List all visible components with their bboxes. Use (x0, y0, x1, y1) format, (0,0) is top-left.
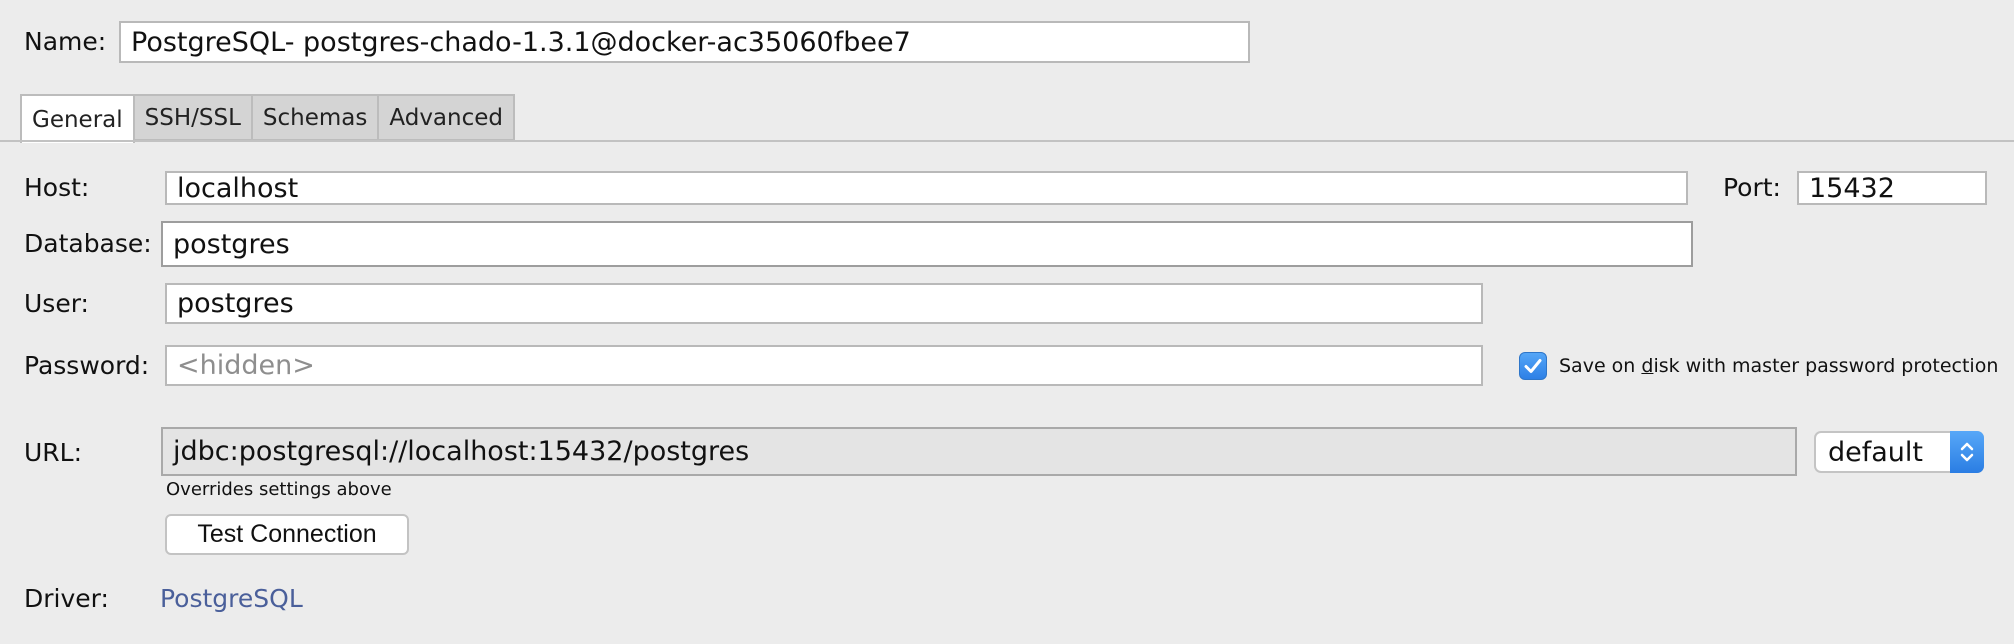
url-hint: Overrides settings above (166, 479, 392, 500)
password-input[interactable]: <hidden> (165, 345, 1483, 386)
name-input[interactable]: PostgreSQL- postgres-chado-1.3.1@docker-… (119, 21, 1250, 63)
test-connection-button[interactable]: Test Connection (165, 514, 409, 555)
port-input[interactable]: 15432 (1797, 171, 1987, 205)
tab-divider (0, 140, 2014, 142)
url-mode-value: default (1828, 436, 1924, 468)
url-input[interactable]: jdbc:postgresql://localhost:15432/postgr… (161, 427, 1797, 476)
tab-ssh-ssl[interactable]: SSH/SSL (134, 94, 253, 141)
driver-link[interactable]: PostgreSQL (160, 584, 303, 613)
host-input[interactable]: localhost (165, 171, 1688, 205)
select-arrows-icon (1950, 431, 1984, 473)
tab-general[interactable]: General (20, 94, 135, 143)
name-label: Name: (24, 27, 107, 56)
password-label: Password: (24, 351, 150, 380)
url-label: URL: (24, 438, 83, 467)
user-label: User: (24, 289, 89, 318)
save-on-disk-label-pre: Save on (1559, 355, 1642, 377)
database-input[interactable]: postgres (161, 221, 1693, 267)
host-label: Host: (24, 173, 90, 202)
save-on-disk-label-post: isk with master password protection (1653, 355, 1999, 377)
driver-label: Driver: (24, 584, 109, 613)
tab-advanced[interactable]: Advanced (379, 94, 515, 141)
save-on-disk-checkbox[interactable] (1519, 352, 1547, 380)
database-label: Database: (24, 229, 152, 258)
tab-schemas[interactable]: Schemas (252, 94, 380, 141)
port-label: Port: (1723, 173, 1781, 202)
user-input[interactable]: postgres (165, 283, 1483, 324)
checkmark-icon (1524, 359, 1542, 373)
save-on-disk-label[interactable]: Save on disk with master password protec… (1559, 355, 1998, 377)
save-on-disk-label-mnemonic: d (1641, 355, 1654, 377)
url-mode-select[interactable]: default (1814, 431, 1984, 473)
tab-bar: General SSH/SSL Schemas Advanced (20, 94, 515, 143)
